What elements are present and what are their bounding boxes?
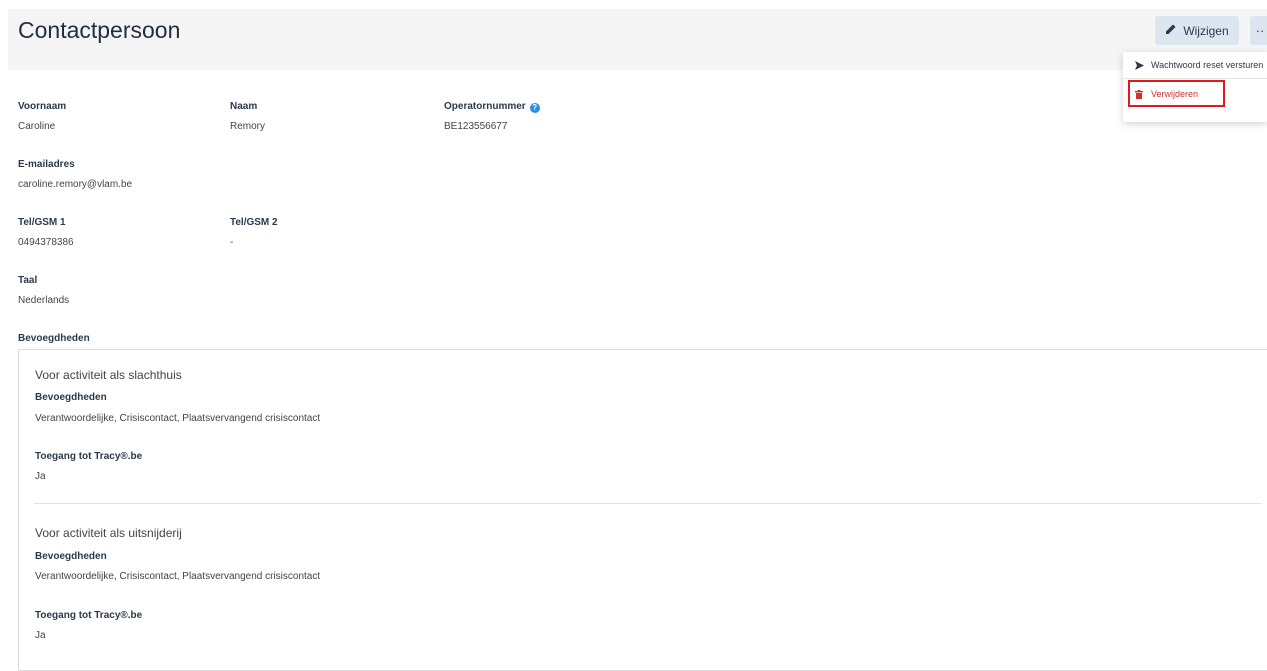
activity-access-label: Toegang tot Tracy®.be: [35, 610, 143, 621]
first-name-label: Voornaam: [18, 101, 67, 112]
language-label: Taal: [18, 275, 38, 286]
menu-item-label: Verwijderen: [1151, 89, 1199, 99]
activity-divider: [34, 503, 1261, 504]
email-label: E-mailadres: [18, 159, 75, 170]
operator-number-value: BE123556677: [444, 121, 508, 132]
page-title: Contactpersoon: [18, 17, 181, 43]
send-icon: [1135, 60, 1145, 70]
language-value: Nederlands: [18, 295, 70, 306]
info-icon[interactable]: ?: [529, 103, 540, 113]
activity-permissions-value: Verantwoordelijke, Crisiscontact, Plaats…: [35, 571, 321, 582]
activity-title: Voor activiteit als uitsnijderij: [35, 526, 182, 540]
permissions-panel: [18, 349, 1267, 671]
activity-permissions-label: Bevoegdheden: [35, 551, 107, 562]
menu-item-label: Wachtwoord reset versturen: [1151, 60, 1264, 70]
activity-permissions-value: Verantwoordelijke, Crisiscontact, Plaats…: [35, 413, 321, 424]
email-value: caroline.remory@vlam.be: [18, 179, 133, 190]
menu-item-delete[interactable]: Verwijderen: [1123, 82, 1267, 106]
menu-item-reset-password[interactable]: Wachtwoord reset versturen: [1123, 53, 1267, 77]
last-name-value: Remory: [230, 121, 266, 132]
activity-title: Voor activiteit als slachthuis: [35, 368, 182, 382]
menu-divider: [1123, 78, 1267, 79]
activity-access-value: Ja: [35, 471, 46, 482]
pencil-icon: [1165, 23, 1177, 38]
operator-number-label: Operatornummer?: [444, 101, 540, 113]
activity-permissions-label: Bevoegdheden: [35, 392, 107, 403]
edit-button[interactable]: Wijzigen: [1155, 16, 1239, 45]
page-header: Contactpersoon Wijzigen ··: [8, 9, 1267, 70]
permissions-label: Bevoegdheden: [18, 333, 90, 344]
activity-access-label: Toegang tot Tracy®.be: [35, 451, 143, 462]
operator-number-label-text: Operatornummer: [444, 101, 526, 112]
phone1-value: 0494378386: [18, 237, 74, 248]
phone2-label: Tel/GSM 2: [230, 217, 278, 228]
phone2-value: -: [230, 237, 234, 248]
last-name-label: Naam: [230, 101, 258, 112]
actions-menu: Wachtwoord reset versturen Verwijderen: [1123, 52, 1267, 122]
activity-access-value: Ja: [35, 630, 46, 641]
edit-button-label: Wijzigen: [1183, 23, 1229, 38]
phone1-label: Tel/GSM 1: [18, 217, 66, 228]
trash-icon: [1135, 89, 1145, 99]
first-name-value: Caroline: [18, 121, 56, 132]
more-options-button[interactable]: ··: [1250, 16, 1267, 45]
